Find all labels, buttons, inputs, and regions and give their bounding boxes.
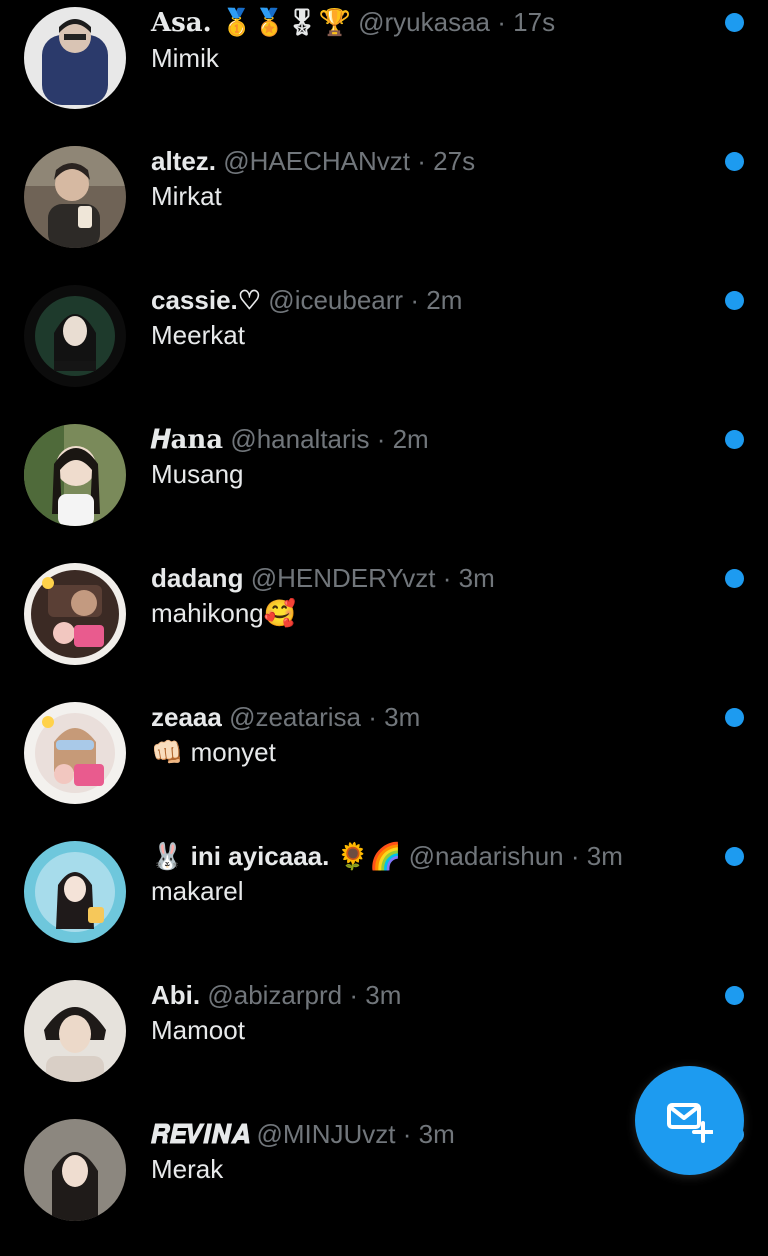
avatar-image	[24, 285, 126, 387]
conversation-header: Asa. 🥇🏅🎖🏆 @ryukasaa · 17s	[151, 5, 555, 40]
conversation-row[interactable]: 𝑯ana @hanaltaris · 2m Musang	[0, 422, 768, 561]
username: @HAECHANvzt	[223, 146, 411, 176]
unread-indicator	[725, 291, 744, 310]
conversation-header: dadang @HENDERYvzt · 3m	[151, 561, 495, 595]
display-name: zeaaa	[151, 702, 222, 732]
separator: ·	[349, 980, 359, 1010]
avatar-image	[24, 841, 126, 943]
new-message-icon	[667, 1103, 713, 1143]
avatar[interactable]	[24, 702, 126, 804]
avatar[interactable]	[24, 285, 126, 387]
timestamp: 2m	[392, 424, 429, 454]
unread-indicator	[725, 569, 744, 588]
separator: ·	[417, 146, 426, 176]
separator: ·	[368, 702, 377, 732]
message-preview: Mamoot	[151, 1015, 245, 1045]
messages-list: Asa. 🥇🏅🎖🏆 @ryukasaa · 17s Mimik altez. @…	[0, 0, 768, 1221]
avatar[interactable]	[24, 1119, 126, 1221]
conversation-header: zeaaa @zeatarisa · 3m	[151, 700, 420, 734]
unread-indicator	[725, 986, 744, 1005]
timestamp: 2m	[426, 285, 463, 315]
display-name: Abi.	[151, 980, 201, 1010]
message-preview: mahikong🥰	[151, 598, 297, 628]
username: @hanaltaris	[230, 424, 370, 454]
avatar-image	[24, 1119, 126, 1221]
avatar-image	[24, 702, 126, 804]
message-preview: Meerkat	[151, 320, 245, 350]
timestamp: 3m	[458, 563, 495, 593]
message-preview: Merak	[151, 1154, 224, 1184]
username: @MINJUvzt	[256, 1119, 396, 1149]
separator: ·	[410, 285, 419, 315]
separator: ·	[570, 841, 580, 871]
conversation-header: altez. @HAECHANvzt · 27s	[151, 144, 475, 178]
conversation-row[interactable]: 🐰 ini ayicaaa. 🌻🌈 @nadarishun · 3m makar…	[0, 839, 768, 978]
username: @iceubearr	[268, 285, 404, 315]
conversation-header: cassie.♡ @iceubearr · 2m	[151, 283, 462, 317]
message-preview: 👊🏻 monyet	[151, 737, 276, 767]
conversation-header: 𝑯ana @hanaltaris · 2m	[151, 422, 429, 457]
display-name: 🐰 ini ayicaaa. 🌻🌈	[151, 841, 402, 871]
new-message-button[interactable]	[635, 1066, 744, 1175]
separator: ·	[497, 7, 506, 37]
conversation-header: 🐰 ini ayicaaa. 🌻🌈 @nadarishun · 3m	[151, 839, 623, 873]
username: @zeatarisa	[229, 702, 361, 732]
avatar-image	[24, 563, 126, 665]
unread-indicator	[725, 152, 744, 171]
avatar[interactable]	[24, 424, 126, 526]
avatar-image	[24, 146, 126, 248]
avatar[interactable]	[24, 980, 126, 1082]
display-name: 𝑯ana	[151, 425, 224, 455]
username: @nadarishun	[408, 841, 564, 871]
username: @HENDERYvzt	[250, 563, 436, 593]
avatar[interactable]	[24, 841, 126, 943]
display-name: altez.	[151, 146, 217, 176]
avatar-image	[24, 980, 126, 1082]
conversation-row[interactable]: Asa. 🥇🏅🎖🏆 @ryukasaa · 17s Mimik	[0, 5, 768, 144]
timestamp: 3m	[418, 1119, 455, 1149]
conversation-row[interactable]: altez. @HAECHANvzt · 27s Mirkat	[0, 144, 768, 283]
username: @abizarprd	[207, 980, 343, 1010]
timestamp: 17s	[513, 7, 556, 37]
unread-indicator	[725, 847, 744, 866]
display-name: 𝑹𝑬𝑽𝑰𝑵𝑨	[151, 1120, 250, 1150]
timestamp: 3m	[586, 841, 623, 871]
conversation-row[interactable]: cassie.♡ @iceubearr · 2m Meerkat	[0, 283, 768, 422]
message-preview: Musang	[151, 459, 244, 489]
conversation-row[interactable]: dadang @HENDERYvzt · 3m mahikong🥰	[0, 561, 768, 700]
display-name: Asa. 🥇🏅🎖🏆	[151, 8, 351, 38]
display-name: dadang	[151, 563, 244, 593]
unread-indicator	[725, 708, 744, 727]
separator: ·	[402, 1119, 412, 1149]
avatar-image	[24, 7, 126, 109]
unread-indicator	[725, 13, 744, 32]
conversation-row[interactable]: zeaaa @zeatarisa · 3m 👊🏻 monyet	[0, 700, 768, 839]
timestamp: 3m	[384, 702, 421, 732]
separator: ·	[442, 563, 452, 593]
conversation-header: 𝑹𝑬𝑽𝑰𝑵𝑨 @MINJUvzt · 3m	[151, 1117, 455, 1152]
message-preview: Mirkat	[151, 181, 222, 211]
separator: ·	[376, 424, 386, 454]
conversation-header: Abi. @abizarprd · 3m	[151, 978, 401, 1012]
display-name: cassie.♡	[151, 285, 262, 315]
timestamp: 3m	[365, 980, 402, 1010]
avatar-image	[24, 424, 126, 526]
avatar[interactable]	[24, 7, 126, 109]
avatar[interactable]	[24, 563, 126, 665]
message-preview: makarel	[151, 876, 244, 906]
timestamp: 27s	[433, 146, 476, 176]
message-preview: Mimik	[151, 43, 219, 73]
avatar[interactable]	[24, 146, 126, 248]
unread-indicator	[725, 430, 744, 449]
username: @ryukasaa	[358, 7, 491, 37]
